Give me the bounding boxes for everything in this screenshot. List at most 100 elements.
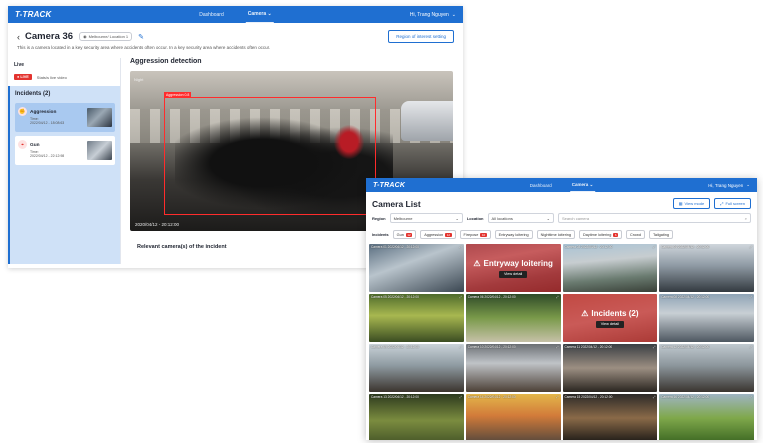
expand-icon[interactable]: ⤢ bbox=[459, 395, 462, 399]
tile-date: 2022/04/12 - 20:12:00 bbox=[484, 345, 516, 349]
camera-tile[interactable]: Camera 08 2022/04/12 - 20:12:00 ⤢ bbox=[659, 294, 754, 342]
back-arrow-icon[interactable]: ‹ bbox=[17, 32, 20, 42]
expand-icon[interactable]: ⤢ bbox=[556, 395, 559, 399]
chip-count: 10 bbox=[480, 232, 487, 237]
camera-tile[interactable]: Camera 03 2022/04/12 - 20:12:00 ⤢ bbox=[562, 244, 658, 292]
chip-tailgating[interactable]: Tailgating bbox=[648, 230, 674, 239]
expand-icon[interactable]: ⤢ bbox=[749, 395, 752, 399]
tile-name: Camera 14 bbox=[467, 395, 484, 399]
tile-date: 2022/04/12 - 20:12:00 bbox=[677, 345, 710, 349]
incident-thumbnail bbox=[87, 108, 112, 127]
tile-caption: Camera 08 2022/04/12 - 20:12:00 ⤢ bbox=[661, 295, 752, 299]
camera-tile[interactable]: Camera 09 2022/04/12 - 20:12:00 ⤢ bbox=[369, 344, 464, 392]
chip-daytime-loitering[interactable]: Daytime loitering 6 bbox=[579, 230, 622, 239]
location-select[interactable]: All locations ⌄ bbox=[487, 213, 554, 223]
camera-tile[interactable]: Camera 13 2022/04/12 - 20:12:00 ⤢ bbox=[369, 394, 464, 440]
expand-icon[interactable]: ⤢ bbox=[749, 245, 752, 249]
brand-logo[interactable]: T-TRACK bbox=[373, 182, 405, 189]
tile-date: 2022/04/12 - 20:12:00 bbox=[387, 295, 419, 299]
camera-tile[interactable]: Camera 01 2022/04/12 - 20:12:00 ⤢ bbox=[369, 244, 464, 292]
chip-gun[interactable]: Gun 12 bbox=[392, 230, 417, 239]
user-menu[interactable]: Hi, Trang Nguyen ⌄ bbox=[410, 12, 456, 18]
top-nav: T-TRACK Dashboard Camera ⌄ Hi, Trang Ngu… bbox=[366, 178, 757, 192]
incident-card-aggression[interactable]: ✊ Aggression Time: 2022/04/12 - 18:08:63 bbox=[15, 103, 115, 132]
expand-icon[interactable]: ⤢ bbox=[653, 245, 656, 249]
camera-tile[interactable]: Camera 06 2022/04/12 - 20:12:00 ⤢ bbox=[465, 294, 561, 342]
tile-caption: Camera 14 2022/04/12 - 20:12:00 ⤢ bbox=[468, 395, 559, 399]
tile-date: 2022/04/12 - 20:12:00 bbox=[581, 395, 613, 399]
nav-camera[interactable]: Camera ⌄ bbox=[569, 178, 596, 192]
chip-firepose[interactable]: Firepose 10 bbox=[459, 230, 491, 239]
chip-entryway-loitering[interactable]: Entryway loitering bbox=[494, 230, 533, 239]
edit-icon[interactable]: ✎ bbox=[138, 33, 144, 41]
brand-logo[interactable]: T-TRACK bbox=[15, 10, 52, 19]
roi-setting-button[interactable]: Region of interest setting bbox=[388, 30, 454, 43]
camera-tile[interactable]: Camera 12 2022/04/12 - 20:12:00 ⤢ bbox=[659, 344, 754, 392]
incident-text: Gun Time: 2022/04/12 - 22:12:98 bbox=[30, 143, 87, 159]
nav-dashboard[interactable]: Dashboard bbox=[197, 6, 225, 23]
view-mode-label: View mode bbox=[684, 201, 705, 206]
user-menu[interactable]: Hi, Trang Nguyen ⌄ bbox=[708, 182, 750, 188]
expand-icon[interactable]: ⤢ bbox=[556, 295, 559, 299]
list-header: Camera List ▦ View mode ⤢ Full screen bbox=[366, 192, 757, 209]
location-text: Melbourne/ Location 1 bbox=[88, 34, 129, 39]
camera-tile[interactable]: Camera 10 2022/04/12 - 20:12:00 ⤢ bbox=[465, 344, 561, 392]
chip-aggression[interactable]: Aggression 12 bbox=[420, 230, 456, 239]
nav-camera-label: Camera bbox=[247, 11, 267, 17]
location-badge: ◉ Melbourne/ Location 1 bbox=[79, 32, 133, 41]
chip-label: Entryway loitering bbox=[498, 232, 529, 237]
camera-tile-alert[interactable]: ⚠ Incidents (2) View detail bbox=[562, 294, 658, 342]
camera-tile-alert[interactable]: ⚠ Entryway loitering View detail bbox=[465, 244, 561, 292]
view-detail-button[interactable]: View detail bbox=[595, 320, 625, 328]
tile-name: Camera 10 bbox=[467, 345, 484, 349]
chevron-down-icon: ⌄ bbox=[267, 11, 272, 17]
region-select[interactable]: Melbourne ⌄ bbox=[389, 213, 463, 223]
search-placeholder: Search camera bbox=[561, 215, 590, 221]
camera-tile[interactable]: Camera 14 2022/04/12 - 20:12:00 ⤢ bbox=[465, 394, 561, 440]
nav-dashboard[interactable]: Dashboard bbox=[528, 178, 554, 192]
chip-nighttime-loitering[interactable]: Nighttime loitering bbox=[536, 230, 576, 239]
incident-card-gun[interactable]: ⌖ Gun Time: 2022/04/12 - 22:12:98 bbox=[15, 136, 115, 165]
camera-description: This is a camera located in a key securi… bbox=[17, 45, 271, 50]
full-screen-label: Full screen bbox=[725, 201, 745, 206]
camera-tile[interactable]: Camera 15 2022/04/12 - 20:12:00 ⤢ bbox=[562, 394, 658, 440]
camera-tile[interactable]: Camera 11 2022/04/12 - 20:12:00 ⤢ bbox=[562, 344, 658, 392]
warning-icon: ⚠ bbox=[581, 308, 589, 318]
expand-icon[interactable]: ⤢ bbox=[653, 395, 656, 399]
view-mode-button[interactable]: ▦ View mode bbox=[672, 198, 711, 209]
live-video-link[interactable]: ● LIVE Stats/s live video bbox=[14, 74, 114, 80]
search-input[interactable]: Search camera ⌕ bbox=[557, 213, 751, 223]
tile-date: 2022/04/12 - 20:12:00 bbox=[484, 395, 516, 399]
tile-name: Camera 04 bbox=[661, 245, 678, 249]
location-label: Location bbox=[466, 215, 484, 221]
grid-icon: ▦ bbox=[678, 201, 683, 206]
tile-name: Camera 08 bbox=[661, 295, 678, 299]
expand-icon[interactable]: ⤢ bbox=[556, 345, 559, 349]
tile-caption: Camera 05 2022/04/12 - 20:12:00 ⤢ bbox=[371, 295, 462, 299]
expand-icon[interactable]: ⤢ bbox=[459, 345, 462, 349]
view-detail-button[interactable]: View detail bbox=[498, 270, 528, 278]
chip-crowd[interactable]: Crowd bbox=[625, 230, 645, 239]
detection-bounding-box: Aggression 0.8 bbox=[164, 92, 376, 215]
camera-grid: Camera 01 2022/04/12 - 20:12:00 ⤢ ⚠ Entryw… bbox=[366, 244, 757, 440]
expand-icon[interactable]: ⤢ bbox=[749, 345, 752, 349]
nav-menu: Dashboard Camera ⌄ bbox=[197, 6, 274, 23]
incident-name: Gun bbox=[30, 142, 40, 148]
camera-tile[interactable]: Camera 04 2022/04/12 - 20:12:00 ⤢ bbox=[659, 244, 754, 292]
bbox-label: Aggression 0.8 bbox=[164, 92, 192, 98]
expand-icon[interactable]: ⤢ bbox=[749, 295, 752, 299]
expand-icon[interactable]: ⤢ bbox=[653, 345, 656, 349]
incidents-label: Incidents bbox=[372, 232, 389, 237]
tile-name: Camera 06 bbox=[467, 295, 484, 299]
camera-tile[interactable]: Camera 16 2022/04/12 - 20:12:00 ⤢ bbox=[659, 394, 754, 440]
chevron-down-icon: ⌄ bbox=[455, 215, 459, 221]
alert-overlay: ⚠ Incidents (2) View detail bbox=[562, 294, 658, 342]
location-value: All locations bbox=[491, 215, 513, 221]
expand-icon[interactable]: ⤢ bbox=[459, 245, 462, 249]
full-screen-button[interactable]: ⤢ Full screen bbox=[714, 198, 751, 209]
nav-camera[interactable]: Camera ⌄ bbox=[245, 6, 274, 23]
expand-icon[interactable]: ⤢ bbox=[459, 295, 462, 299]
camera-tile[interactable]: Camera 05 2022/04/12 - 20:12:00 ⤢ bbox=[369, 294, 464, 342]
detection-title: Aggression detection bbox=[130, 58, 202, 65]
incident-filter-chips: Incidents Gun 12 Aggression 12 Firepose 10 … bbox=[366, 227, 757, 244]
